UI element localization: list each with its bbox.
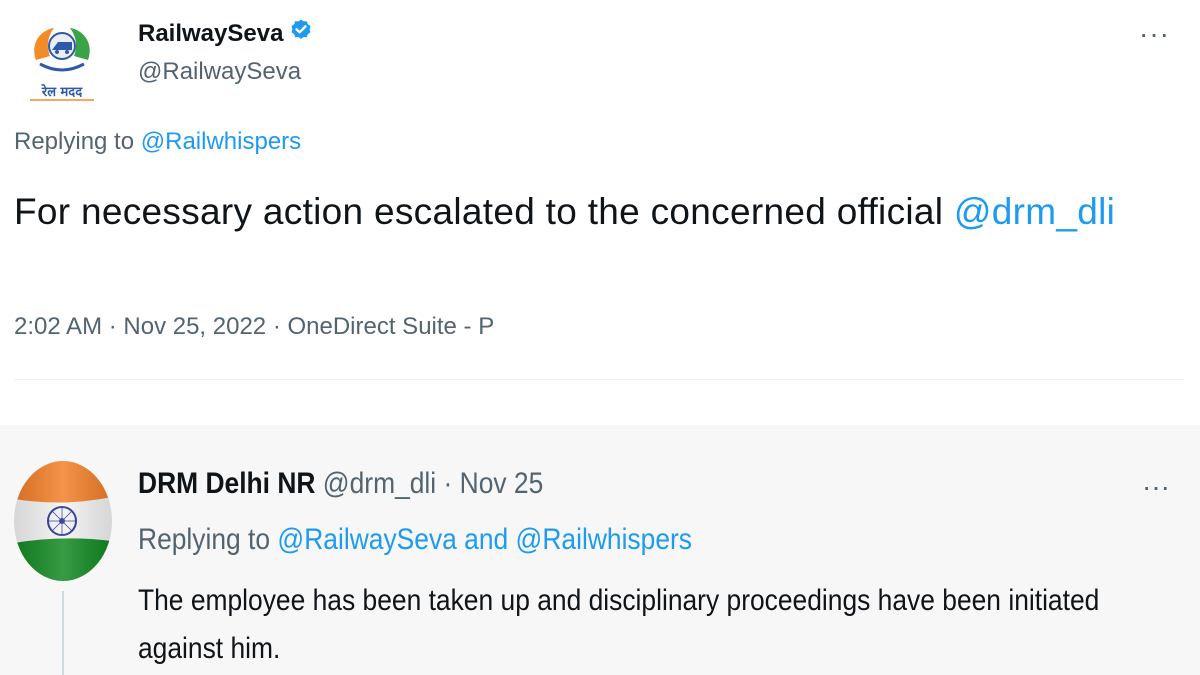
reply-replying-to-label: Replying to: [138, 523, 278, 556]
avatar-logo-text: रेल मदद: [41, 84, 83, 100]
indian-flag-avatar-icon[interactable]: [14, 461, 112, 581]
replying-to-label: Replying to: [14, 128, 141, 155]
reply-tweet-text: The employee has been taken up and disci…: [138, 584, 1100, 665]
thread-line: [62, 591, 64, 675]
tweet-text: For necessary action escalated to the co…: [14, 186, 1154, 237]
reply-replying-to-links[interactable]: @RailwaySeva and @Railwhispers: [277, 523, 692, 556]
tweet-timestamp[interactable]: 2:02 AM · Nov 25, 2022 · OneDirect Suite…: [14, 313, 494, 341]
tweet-body: For necessary action escalated to the co…: [14, 191, 954, 232]
more-options-icon[interactable]: ···: [1139, 18, 1170, 50]
reply-author-handle-time[interactable]: @drm_dli · Nov 25: [315, 467, 543, 500]
main-tweet: रेल मदद RailwaySeva @RailwaySeva ··· Rep…: [0, 0, 1200, 425]
reply-tweet: DRM Delhi NR @drm_dli · Nov 25 ··· Reply…: [0, 425, 1200, 675]
more-options-icon[interactable]: ···: [1142, 471, 1170, 503]
replying-to: Replying to @Railwhispers: [14, 128, 301, 156]
tweet-mention-link[interactable]: @drm_dli: [954, 191, 1115, 232]
reply-header: DRM Delhi NR @drm_dli · Nov 25: [138, 467, 543, 501]
author-name[interactable]: RailwaySeva: [138, 18, 313, 49]
divider: [14, 379, 1184, 380]
author-name-text[interactable]: RailwaySeva: [138, 20, 283, 48]
replying-to-link[interactable]: @Railwhispers: [141, 128, 301, 155]
reply-replying-to: Replying to @RailwaySeva and @Railwhispe…: [138, 523, 692, 557]
reply-author-name[interactable]: DRM Delhi NR: [138, 467, 315, 500]
author-handle[interactable]: @RailwaySeva: [138, 58, 301, 86]
railwayseva-avatar[interactable]: रेल मदद: [14, 14, 110, 110]
verified-badge-icon: [289, 18, 313, 49]
